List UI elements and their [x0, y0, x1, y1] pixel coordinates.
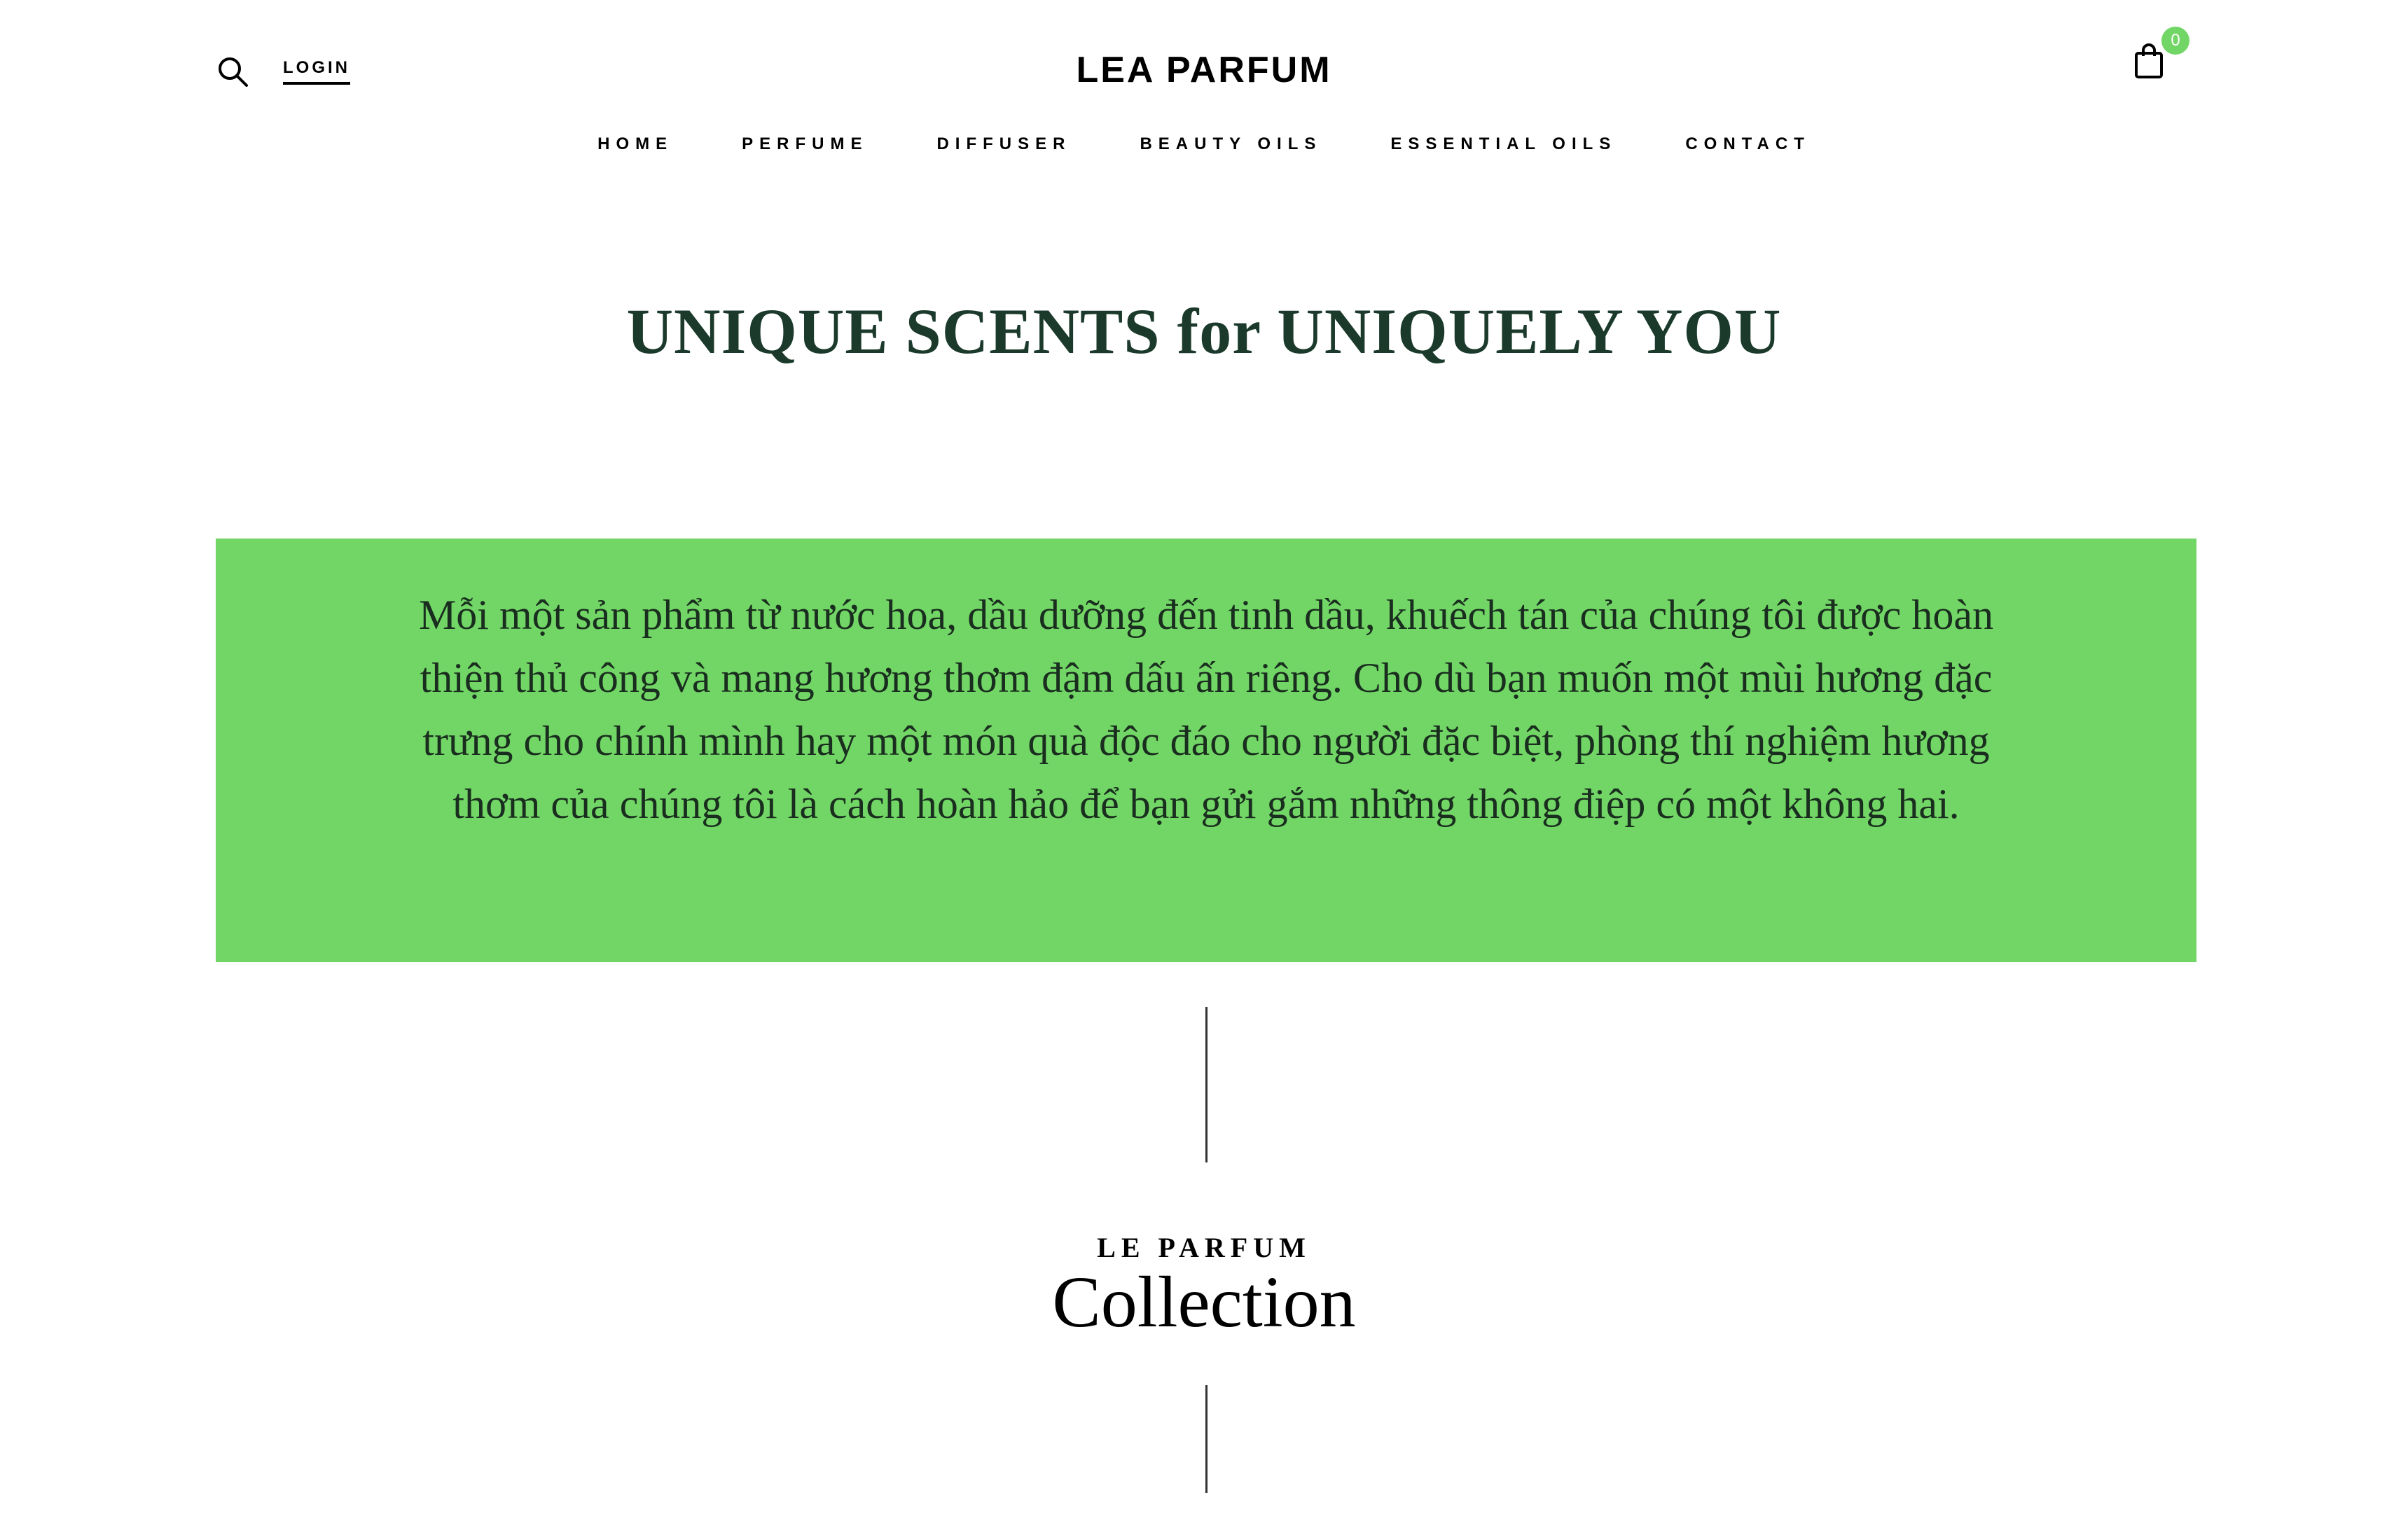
- cart-button[interactable]: 0: [2129, 27, 2189, 83]
- intro-text: Mỗi một sản phẩm từ nước hoa, dầu dưỡng …: [418, 592, 1994, 827]
- divider-line-bottom: [1205, 1385, 1208, 1493]
- nav-item-essential-oils[interactable]: ESSENTIAL OILS: [1390, 134, 1617, 154]
- main-nav: HOME PERFUME DIFFUSER BEAUTY OILS ESSENT…: [0, 134, 2408, 154]
- collection-eyebrow: LE PARFUM: [1097, 1232, 1311, 1263]
- intro-banner: Mỗi một sản phẩm từ nước hoa, dầu dưỡng …: [216, 539, 2196, 962]
- nav-item-perfume[interactable]: PERFUME: [742, 134, 868, 154]
- nav-item-diffuser[interactable]: DIFFUSER: [936, 134, 1071, 154]
- divider-line-top: [1205, 1007, 1208, 1162]
- nav-item-home[interactable]: HOME: [597, 134, 673, 154]
- site-logo[interactable]: LEA PARFUM: [0, 49, 2408, 91]
- cart-count-badge: 0: [2161, 27, 2189, 55]
- nav-item-contact[interactable]: CONTACT: [1685, 134, 1811, 154]
- nav-item-beauty-oils[interactable]: BEAUTY OILS: [1140, 134, 1322, 154]
- collection-title: Collection: [1052, 1262, 1356, 1342]
- hero-tagline: UNIQUE SCENTS for UNIQUELY YOU: [626, 296, 1782, 367]
